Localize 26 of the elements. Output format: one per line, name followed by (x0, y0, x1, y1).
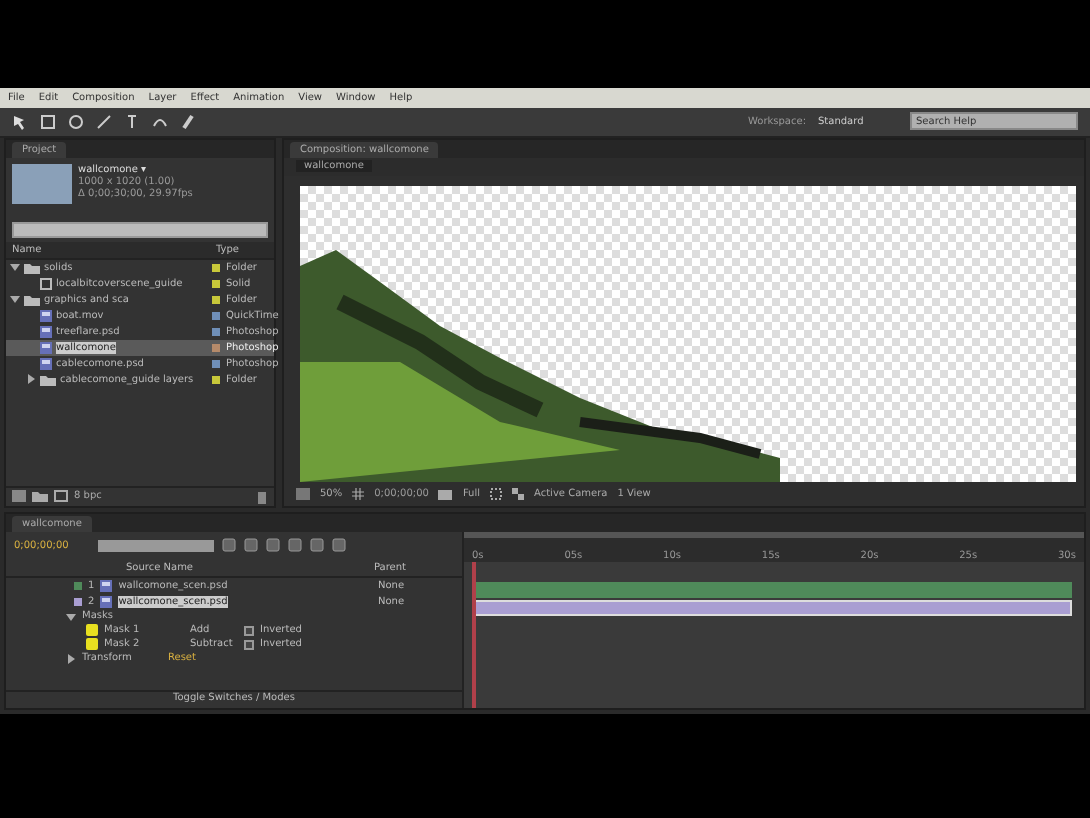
folder-icon (40, 373, 56, 386)
new-folder-icon[interactable] (32, 490, 48, 503)
thumbnail-placeholder (12, 163, 72, 204)
solid-icon (40, 277, 52, 290)
grid-icon[interactable] (352, 487, 365, 500)
curve-icon[interactable] (152, 113, 168, 130)
checkbox[interactable] (244, 625, 254, 636)
new-composition-icon[interactable] (54, 490, 68, 503)
transparency-icon[interactable] (512, 487, 525, 500)
line-icon[interactable] (96, 113, 112, 130)
checkbox[interactable] (244, 639, 254, 650)
pointer-icon[interactable] (12, 113, 28, 130)
twirl-triangle-icon[interactable] (10, 262, 20, 273)
twirl-triangle-icon[interactable] (10, 294, 20, 305)
project-search-field[interactable] (12, 221, 268, 238)
twirl-triangle-icon[interactable] (66, 653, 76, 664)
brush-icon[interactable] (180, 113, 196, 130)
twirl-triangle-icon[interactable] (66, 611, 76, 622)
layer-duration-bar[interactable] (472, 599, 1072, 616)
layer-search-field[interactable] (98, 539, 214, 552)
rectangle-icon[interactable] (40, 113, 56, 130)
region-icon[interactable] (490, 487, 503, 500)
twirl-triangle-icon[interactable] (26, 374, 36, 385)
ellipse-icon[interactable] (68, 113, 84, 130)
type-icon[interactable] (124, 113, 140, 130)
folder-icon (24, 293, 40, 306)
